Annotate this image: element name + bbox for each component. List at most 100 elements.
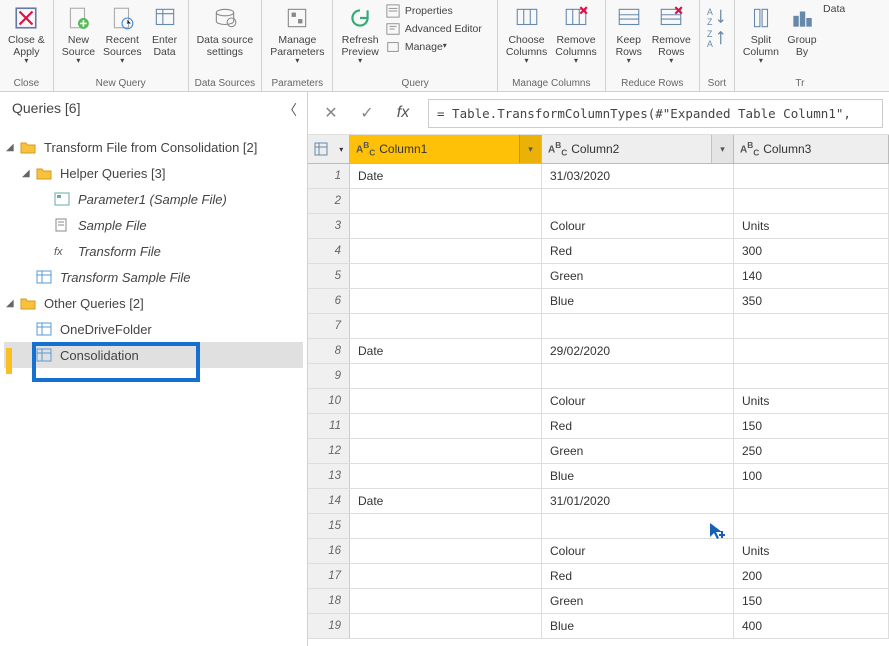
row-number[interactable]: 18 bbox=[308, 589, 350, 613]
row-number[interactable]: 13 bbox=[308, 464, 350, 488]
cell[interactable] bbox=[350, 564, 542, 588]
cell[interactable]: 350 bbox=[734, 289, 889, 313]
table-row[interactable]: 18Green150 bbox=[308, 589, 889, 614]
cell[interactable]: 200 bbox=[734, 564, 889, 588]
cell[interactable]: Blue bbox=[542, 464, 734, 488]
cell[interactable] bbox=[734, 364, 889, 388]
row-number[interactable]: 3 bbox=[308, 214, 350, 238]
table-row[interactable]: 8Date29/02/2020 bbox=[308, 339, 889, 364]
row-number[interactable]: 12 bbox=[308, 439, 350, 463]
cell[interactable]: Green bbox=[542, 439, 734, 463]
row-number[interactable]: 15 bbox=[308, 514, 350, 538]
group-by-button[interactable]: Group By bbox=[783, 2, 821, 67]
tree-item-samplefile[interactable]: Sample File bbox=[4, 212, 303, 238]
table-row[interactable]: 17Red200 bbox=[308, 564, 889, 589]
cell[interactable] bbox=[350, 314, 542, 338]
cell[interactable]: Units bbox=[734, 214, 889, 238]
table-row[interactable]: 9 bbox=[308, 364, 889, 389]
tree-group-transform[interactable]: ◢Transform File from Consolidation [2] bbox=[4, 134, 303, 160]
cell[interactable] bbox=[350, 264, 542, 288]
cell[interactable] bbox=[734, 489, 889, 513]
cell[interactable]: 400 bbox=[734, 614, 889, 638]
row-number[interactable]: 6 bbox=[308, 289, 350, 313]
cell[interactable]: 300 bbox=[734, 239, 889, 263]
row-number[interactable]: 1 bbox=[308, 164, 350, 188]
cell[interactable] bbox=[350, 289, 542, 313]
cell[interactable]: 29/02/2020 bbox=[542, 339, 734, 363]
table-row[interactable]: 12 Green250 bbox=[308, 439, 889, 464]
advanced-editor-button[interactable]: Advanced Editor bbox=[383, 20, 493, 38]
tree-item-transformfile[interactable]: fxTransform File bbox=[4, 238, 303, 264]
cell[interactable]: Colour bbox=[542, 539, 734, 563]
cell[interactable] bbox=[350, 414, 542, 438]
table-row[interactable]: 15 bbox=[308, 514, 889, 539]
formula-input[interactable] bbox=[428, 99, 883, 128]
table-row[interactable]: 3 ColourUnits bbox=[308, 214, 889, 239]
cell[interactable] bbox=[350, 189, 542, 213]
cell[interactable] bbox=[542, 364, 734, 388]
cell[interactable] bbox=[350, 589, 542, 613]
table-row[interactable]: 6Blue350 bbox=[308, 289, 889, 314]
row-number[interactable]: 2 bbox=[308, 189, 350, 213]
table-row[interactable]: 14Date31/01/2020 bbox=[308, 489, 889, 514]
row-number[interactable]: 9 bbox=[308, 364, 350, 388]
close-apply-button[interactable]: Close & Apply ▾ bbox=[4, 2, 49, 67]
cell[interactable]: Units bbox=[734, 389, 889, 413]
table-row[interactable]: 2 bbox=[308, 189, 889, 214]
tree-item-parameter1[interactable]: Parameter1 (Sample File) bbox=[4, 186, 303, 212]
cell[interactable] bbox=[542, 189, 734, 213]
cell[interactable]: Red bbox=[542, 564, 734, 588]
cell[interactable]: 250 bbox=[734, 439, 889, 463]
cell[interactable]: Colour bbox=[542, 214, 734, 238]
split-column-button[interactable]: Split Column▾ bbox=[739, 2, 783, 67]
cell[interactable] bbox=[734, 164, 889, 188]
cell[interactable]: 150 bbox=[734, 589, 889, 613]
cell[interactable]: Red bbox=[542, 239, 734, 263]
cell[interactable] bbox=[350, 389, 542, 413]
tree-group-helper[interactable]: ◢Helper Queries [3] bbox=[4, 160, 303, 186]
remove-rows-button[interactable]: Remove Rows▾ bbox=[648, 2, 695, 67]
row-number[interactable]: 4 bbox=[308, 239, 350, 263]
collapse-pane-button[interactable]: 〈 bbox=[283, 100, 297, 120]
cell[interactable]: 100 bbox=[734, 464, 889, 488]
cell[interactable] bbox=[350, 614, 542, 638]
cell[interactable] bbox=[350, 514, 542, 538]
sort-desc-button[interactable]: ZA bbox=[704, 28, 730, 50]
new-source-button[interactable]: New Source▾ bbox=[58, 2, 99, 67]
table-row[interactable]: 11Red150 bbox=[308, 414, 889, 439]
filter-button[interactable]: ▾ bbox=[519, 135, 541, 163]
cell[interactable]: 31/01/2020 bbox=[542, 489, 734, 513]
row-number[interactable]: 19 bbox=[308, 614, 350, 638]
cancel-formula-button[interactable]: ✕ bbox=[314, 98, 348, 128]
row-number[interactable]: 7 bbox=[308, 314, 350, 338]
cell[interactable]: Blue bbox=[542, 614, 734, 638]
choose-columns-button[interactable]: Choose Columns▾ bbox=[502, 2, 551, 67]
cell[interactable] bbox=[350, 239, 542, 263]
cell[interactable] bbox=[542, 314, 734, 338]
row-number[interactable]: 5 bbox=[308, 264, 350, 288]
cell[interactable] bbox=[350, 214, 542, 238]
tree-item-transformsample[interactable]: Transform Sample File bbox=[4, 264, 303, 290]
data-source-settings-button[interactable]: Data source settings bbox=[193, 2, 258, 60]
table-row[interactable]: 1Date31/03/2020 bbox=[308, 164, 889, 189]
row-number[interactable]: 10 bbox=[308, 389, 350, 413]
data-type-button[interactable]: Data bbox=[821, 2, 861, 16]
cell[interactable] bbox=[350, 439, 542, 463]
cell[interactable] bbox=[734, 514, 889, 538]
row-number[interactable]: 16 bbox=[308, 539, 350, 563]
accept-formula-button[interactable]: ✓ bbox=[350, 98, 384, 128]
refresh-preview-button[interactable]: Refresh Preview▾ bbox=[337, 2, 382, 67]
cell[interactable] bbox=[734, 189, 889, 213]
cell[interactable] bbox=[734, 339, 889, 363]
recent-sources-button[interactable]: Recent Sources▾ bbox=[99, 2, 146, 67]
cell[interactable]: Red bbox=[542, 414, 734, 438]
table-row[interactable]: 10ColourUnits bbox=[308, 389, 889, 414]
tree-item-consolidation[interactable]: Consolidation bbox=[4, 342, 303, 368]
enter-data-button[interactable]: Enter Data bbox=[146, 2, 184, 67]
cell[interactable]: 31/03/2020 bbox=[542, 164, 734, 188]
cell[interactable]: Green bbox=[542, 264, 734, 288]
cell[interactable] bbox=[350, 364, 542, 388]
fx-button[interactable]: fx bbox=[386, 98, 420, 128]
column-header-column3[interactable]: ABCColumn3 bbox=[734, 135, 889, 163]
row-number[interactable]: 8 bbox=[308, 339, 350, 363]
